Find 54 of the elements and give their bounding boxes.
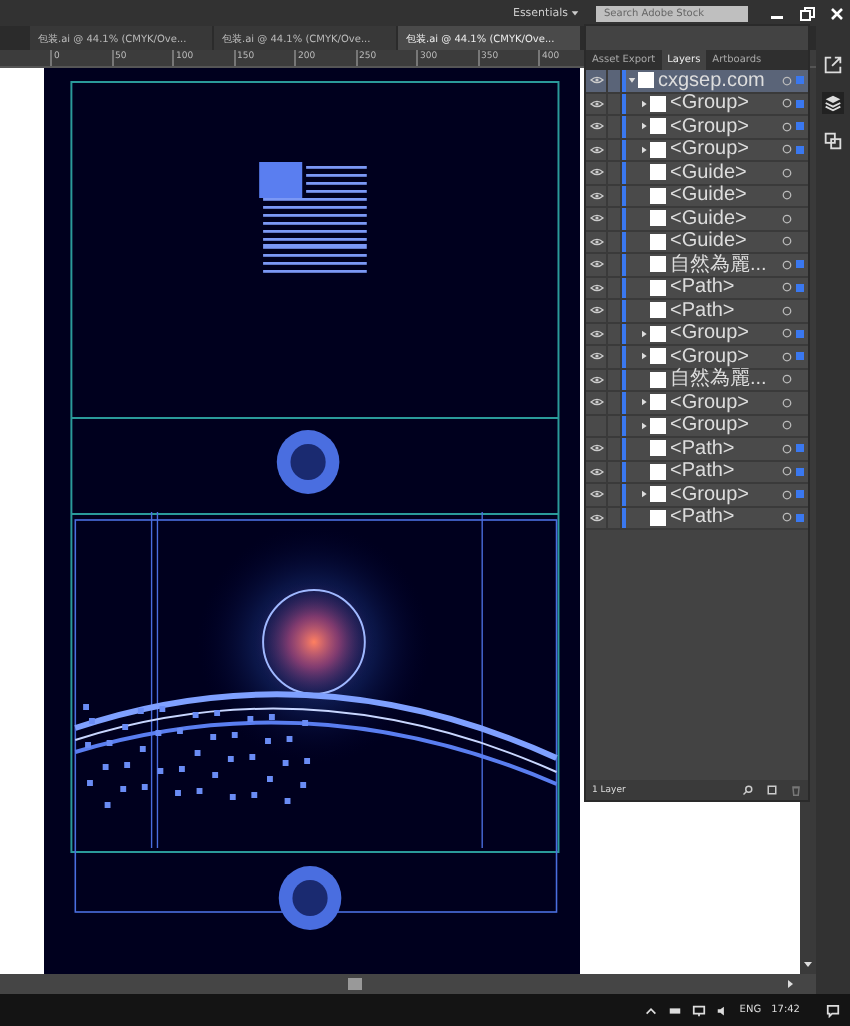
target-icon[interactable] [782, 75, 792, 86]
caret-icon[interactable] [570, 8, 580, 18]
eye-icon[interactable] [589, 490, 603, 499]
eye-icon[interactable] [589, 375, 603, 384]
network-icon[interactable] [691, 1003, 706, 1017]
target-icon[interactable] [782, 98, 792, 109]
eye-icon[interactable] [589, 283, 603, 292]
target-icon[interactable] [782, 420, 792, 431]
target-icon[interactable] [782, 305, 792, 316]
eye-icon[interactable] [589, 145, 603, 154]
export-icon[interactable] [822, 54, 844, 76]
target-icon[interactable] [782, 443, 792, 454]
new-layer-icon[interactable] [766, 784, 778, 796]
layers-icon[interactable] [822, 92, 844, 114]
scroll-right-icon[interactable] [784, 978, 796, 990]
target-icon[interactable] [782, 213, 792, 224]
caret-up-icon[interactable] [643, 1003, 658, 1017]
eye-icon[interactable] [589, 329, 603, 338]
target-icon[interactable] [782, 282, 792, 293]
eye-icon[interactable] [589, 260, 603, 269]
target-icon[interactable] [782, 190, 792, 201]
search-icon[interactable] [742, 784, 754, 796]
scroll-down-icon[interactable] [802, 958, 814, 970]
restore-icon[interactable] [794, 3, 820, 23]
eye-icon[interactable] [589, 122, 603, 131]
eye-icon[interactable] [589, 76, 603, 85]
artboards-icon[interactable] [822, 130, 844, 152]
target-icon[interactable] [782, 374, 792, 385]
target-icon[interactable] [782, 121, 792, 132]
notification-icon[interactable] [826, 1003, 840, 1017]
target-icon[interactable] [782, 328, 792, 339]
eye-icon[interactable] [589, 168, 603, 177]
eye-icon[interactable] [589, 398, 603, 407]
eye-icon[interactable] [589, 191, 603, 200]
scrollbar-thumb[interactable] [348, 978, 362, 990]
delete-icon[interactable] [790, 784, 802, 796]
target-icon[interactable] [782, 489, 792, 500]
speaker-icon[interactable] [715, 1003, 730, 1017]
eye-icon[interactable] [589, 352, 603, 361]
target-icon[interactable] [782, 351, 792, 362]
target-icon[interactable] [782, 466, 792, 477]
eye-icon[interactable] [589, 214, 603, 223]
eye-icon[interactable] [589, 99, 603, 108]
eye-icon[interactable] [589, 306, 603, 315]
target-icon[interactable] [782, 144, 792, 155]
eye-icon[interactable] [589, 467, 603, 476]
target-icon[interactable] [782, 236, 792, 247]
target-icon[interactable] [782, 167, 792, 178]
eye-icon[interactable] [589, 444, 603, 453]
eye-icon[interactable] [589, 513, 603, 522]
eye-icon[interactable] [589, 237, 603, 246]
target-icon[interactable] [782, 512, 792, 523]
target-icon[interactable] [782, 397, 792, 408]
target-icon[interactable] [782, 259, 792, 270]
